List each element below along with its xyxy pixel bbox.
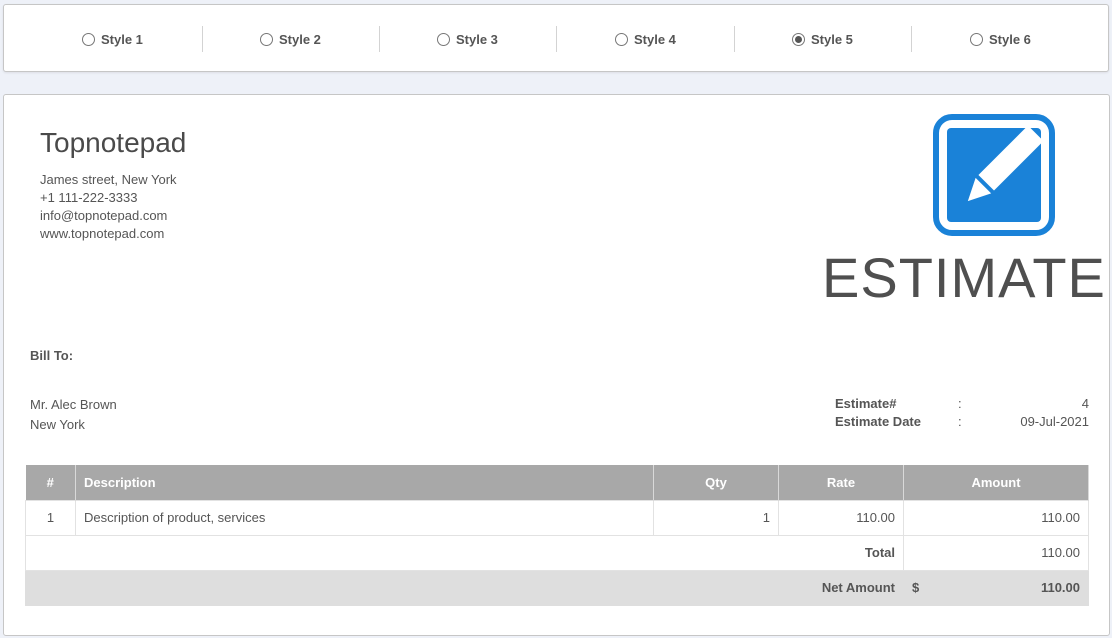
total-value: 110.00: [903, 534, 1089, 571]
company-phone: +1 111-222-3333: [40, 190, 138, 205]
divider: [379, 26, 380, 52]
table-row: 1 Description of product, services 1 110…: [25, 499, 1089, 536]
company-email: info@topnotepad.com: [40, 208, 168, 223]
col-header-rate: Rate: [778, 465, 904, 500]
row-qty: 1: [653, 499, 779, 536]
divider: [556, 26, 557, 52]
style-5-label: Style 5: [811, 31, 853, 47]
style-2-radio[interactable]: [260, 32, 273, 46]
colon: :: [958, 396, 962, 411]
divider: [911, 26, 912, 52]
style-6-radio[interactable]: [970, 32, 983, 46]
estimate-date: 09-Jul-2021: [1020, 414, 1089, 429]
style-option-2[interactable]: Style 2: [260, 30, 321, 48]
divider: [734, 26, 735, 52]
row-rate: 110.00: [778, 499, 904, 536]
style-3-label: Style 3: [456, 31, 498, 47]
style-option-1[interactable]: Style 1: [82, 30, 143, 48]
estimate-number: 4: [1081, 396, 1089, 411]
style-option-4[interactable]: Style 4: [615, 30, 676, 48]
document-title: ESTIMATE: [822, 246, 1106, 309]
line-items-table: # Description Qty Rate Amount 1 Descript…: [25, 465, 1089, 606]
style-option-3[interactable]: Style 3: [437, 30, 498, 48]
style-1-label: Style 1: [101, 31, 143, 47]
company-name: Topnotepad: [40, 127, 187, 158]
bill-to-label: Bill To:: [30, 348, 74, 363]
edit-pencil-icon: [933, 114, 1055, 236]
row-amount: 110.00: [903, 499, 1089, 536]
table-header-row: # Description Qty Rate Amount: [25, 465, 1089, 500]
style-1-radio[interactable]: [82, 32, 95, 46]
style-option-6[interactable]: Style 6: [970, 30, 1031, 48]
total-label: Total: [25, 534, 904, 571]
col-header-description: Description: [75, 465, 654, 500]
total-row: Total 110.00: [25, 534, 1089, 571]
col-header-number: #: [25, 465, 76, 500]
net-amount-cell: $ 110.00: [903, 569, 1089, 606]
company-website: www.topnotepad.com: [40, 226, 165, 241]
style-4-label: Style 4: [634, 31, 676, 47]
net-amount-value: 110.00: [1040, 580, 1080, 595]
style-6-label: Style 6: [989, 31, 1031, 47]
row-number: 1: [25, 499, 76, 536]
estimate-date-label: Estimate Date: [835, 414, 921, 429]
col-header-qty: Qty: [653, 465, 779, 500]
style-option-5[interactable]: Style 5: [792, 30, 853, 48]
company-address: James street, New York: [40, 172, 177, 187]
style-4-radio[interactable]: [615, 32, 628, 46]
net-amount-row: Net Amount $ 110.00: [25, 569, 1089, 606]
style-3-radio[interactable]: [437, 32, 450, 46]
client-name: Mr. Alec Brown: [30, 397, 117, 412]
style-2-label: Style 2: [279, 31, 321, 47]
currency-symbol: $: [912, 580, 920, 595]
style-selector-bar: Style 1 Style 2 Style 3 Style 4 Style 5 …: [3, 4, 1109, 72]
net-amount-label: Net Amount: [25, 569, 904, 606]
divider: [202, 26, 203, 52]
style-5-radio[interactable]: [792, 32, 805, 46]
row-description: Description of product, services: [75, 499, 654, 536]
col-header-amount: Amount: [903, 465, 1089, 500]
colon: :: [958, 414, 962, 429]
estimate-number-label: Estimate#: [835, 396, 897, 411]
client-city: New York: [30, 417, 85, 432]
estimate-document: Topnotepad James street, New York +1 111…: [3, 94, 1110, 636]
